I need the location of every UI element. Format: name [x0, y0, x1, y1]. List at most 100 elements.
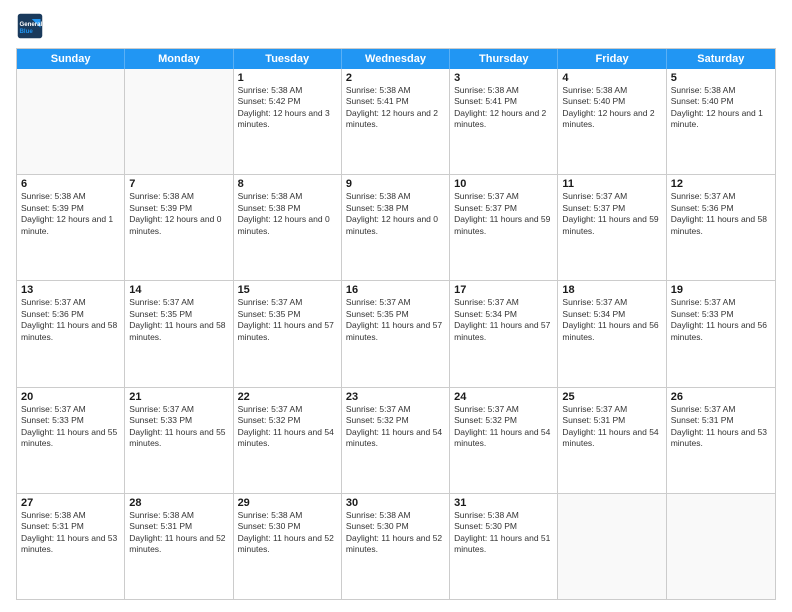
calendar-cell: 10Sunrise: 5:37 AMSunset: 5:37 PMDayligh…	[450, 175, 558, 280]
day-info: Sunrise: 5:38 AMSunset: 5:30 PMDaylight:…	[238, 510, 337, 556]
day-number: 23	[346, 391, 445, 403]
calendar-cell: 18Sunrise: 5:37 AMSunset: 5:34 PMDayligh…	[558, 281, 666, 386]
calendar-cell: 4Sunrise: 5:38 AMSunset: 5:40 PMDaylight…	[558, 69, 666, 174]
calendar-cell: 5Sunrise: 5:38 AMSunset: 5:40 PMDaylight…	[667, 69, 775, 174]
calendar-cell	[558, 494, 666, 599]
day-number: 12	[671, 178, 771, 190]
calendar-cell: 16Sunrise: 5:37 AMSunset: 5:35 PMDayligh…	[342, 281, 450, 386]
day-number: 9	[346, 178, 445, 190]
day-info: Sunrise: 5:38 AMSunset: 5:40 PMDaylight:…	[562, 85, 661, 131]
calendar-cell: 8Sunrise: 5:38 AMSunset: 5:38 PMDaylight…	[234, 175, 342, 280]
calendar-cell: 30Sunrise: 5:38 AMSunset: 5:30 PMDayligh…	[342, 494, 450, 599]
calendar-cell: 22Sunrise: 5:37 AMSunset: 5:32 PMDayligh…	[234, 388, 342, 493]
day-number: 2	[346, 72, 445, 84]
day-number: 1	[238, 72, 337, 84]
day-number: 18	[562, 284, 661, 296]
day-number: 19	[671, 284, 771, 296]
calendar-cell: 3Sunrise: 5:38 AMSunset: 5:41 PMDaylight…	[450, 69, 558, 174]
day-number: 24	[454, 391, 553, 403]
calendar-cell: 1Sunrise: 5:38 AMSunset: 5:42 PMDaylight…	[234, 69, 342, 174]
calendar-cell: 2Sunrise: 5:38 AMSunset: 5:41 PMDaylight…	[342, 69, 450, 174]
calendar-cell: 29Sunrise: 5:38 AMSunset: 5:30 PMDayligh…	[234, 494, 342, 599]
calendar-cell: 13Sunrise: 5:37 AMSunset: 5:36 PMDayligh…	[17, 281, 125, 386]
day-info: Sunrise: 5:38 AMSunset: 5:30 PMDaylight:…	[454, 510, 553, 556]
day-info: Sunrise: 5:37 AMSunset: 5:37 PMDaylight:…	[562, 191, 661, 237]
day-info: Sunrise: 5:37 AMSunset: 5:35 PMDaylight:…	[238, 297, 337, 343]
calendar-cell: 28Sunrise: 5:38 AMSunset: 5:31 PMDayligh…	[125, 494, 233, 599]
calendar: Sunday Monday Tuesday Wednesday Thursday…	[16, 48, 776, 600]
day-number: 20	[21, 391, 120, 403]
day-info: Sunrise: 5:37 AMSunset: 5:35 PMDaylight:…	[346, 297, 445, 343]
day-info: Sunrise: 5:37 AMSunset: 5:31 PMDaylight:…	[671, 404, 771, 450]
calendar-cell: 12Sunrise: 5:37 AMSunset: 5:36 PMDayligh…	[667, 175, 775, 280]
day-number: 29	[238, 497, 337, 509]
calendar-row-0: 1Sunrise: 5:38 AMSunset: 5:42 PMDaylight…	[17, 69, 775, 175]
day-number: 27	[21, 497, 120, 509]
day-number: 14	[129, 284, 228, 296]
logo-icon: General Blue	[16, 12, 44, 40]
header: General Blue	[16, 12, 776, 40]
weekday-friday: Friday	[558, 49, 666, 69]
day-info: Sunrise: 5:38 AMSunset: 5:30 PMDaylight:…	[346, 510, 445, 556]
calendar-cell: 14Sunrise: 5:37 AMSunset: 5:35 PMDayligh…	[125, 281, 233, 386]
day-number: 10	[454, 178, 553, 190]
day-number: 31	[454, 497, 553, 509]
day-number: 5	[671, 72, 771, 84]
calendar-cell: 27Sunrise: 5:38 AMSunset: 5:31 PMDayligh…	[17, 494, 125, 599]
day-number: 26	[671, 391, 771, 403]
day-number: 7	[129, 178, 228, 190]
calendar-cell: 7Sunrise: 5:38 AMSunset: 5:39 PMDaylight…	[125, 175, 233, 280]
calendar-cell: 20Sunrise: 5:37 AMSunset: 5:33 PMDayligh…	[17, 388, 125, 493]
day-info: Sunrise: 5:37 AMSunset: 5:34 PMDaylight:…	[562, 297, 661, 343]
calendar-cell: 31Sunrise: 5:38 AMSunset: 5:30 PMDayligh…	[450, 494, 558, 599]
day-info: Sunrise: 5:38 AMSunset: 5:39 PMDaylight:…	[129, 191, 228, 237]
weekday-tuesday: Tuesday	[234, 49, 342, 69]
calendar-cell: 24Sunrise: 5:37 AMSunset: 5:32 PMDayligh…	[450, 388, 558, 493]
svg-text:Blue: Blue	[20, 28, 34, 35]
calendar-cell: 25Sunrise: 5:37 AMSunset: 5:31 PMDayligh…	[558, 388, 666, 493]
calendar-body: 1Sunrise: 5:38 AMSunset: 5:42 PMDaylight…	[17, 69, 775, 599]
day-number: 16	[346, 284, 445, 296]
page: General Blue Sunday Monday Tuesday Wedne…	[0, 0, 792, 612]
day-info: Sunrise: 5:37 AMSunset: 5:33 PMDaylight:…	[21, 404, 120, 450]
calendar-cell: 9Sunrise: 5:38 AMSunset: 5:38 PMDaylight…	[342, 175, 450, 280]
weekday-saturday: Saturday	[667, 49, 775, 69]
day-info: Sunrise: 5:37 AMSunset: 5:31 PMDaylight:…	[562, 404, 661, 450]
day-number: 6	[21, 178, 120, 190]
day-info: Sunrise: 5:37 AMSunset: 5:32 PMDaylight:…	[454, 404, 553, 450]
calendar-cell: 21Sunrise: 5:37 AMSunset: 5:33 PMDayligh…	[125, 388, 233, 493]
day-number: 25	[562, 391, 661, 403]
day-info: Sunrise: 5:38 AMSunset: 5:39 PMDaylight:…	[21, 191, 120, 237]
calendar-row-2: 13Sunrise: 5:37 AMSunset: 5:36 PMDayligh…	[17, 281, 775, 387]
day-number: 28	[129, 497, 228, 509]
day-info: Sunrise: 5:38 AMSunset: 5:42 PMDaylight:…	[238, 85, 337, 131]
day-number: 3	[454, 72, 553, 84]
day-info: Sunrise: 5:38 AMSunset: 5:31 PMDaylight:…	[129, 510, 228, 556]
calendar-header: Sunday Monday Tuesday Wednesday Thursday…	[17, 49, 775, 69]
logo: General Blue	[16, 12, 44, 40]
day-info: Sunrise: 5:37 AMSunset: 5:33 PMDaylight:…	[671, 297, 771, 343]
day-number: 15	[238, 284, 337, 296]
calendar-cell: 11Sunrise: 5:37 AMSunset: 5:37 PMDayligh…	[558, 175, 666, 280]
calendar-row-4: 27Sunrise: 5:38 AMSunset: 5:31 PMDayligh…	[17, 494, 775, 599]
weekday-monday: Monday	[125, 49, 233, 69]
day-info: Sunrise: 5:37 AMSunset: 5:36 PMDaylight:…	[21, 297, 120, 343]
day-info: Sunrise: 5:37 AMSunset: 5:32 PMDaylight:…	[346, 404, 445, 450]
calendar-row-1: 6Sunrise: 5:38 AMSunset: 5:39 PMDaylight…	[17, 175, 775, 281]
day-info: Sunrise: 5:38 AMSunset: 5:41 PMDaylight:…	[346, 85, 445, 131]
day-info: Sunrise: 5:38 AMSunset: 5:31 PMDaylight:…	[21, 510, 120, 556]
day-number: 8	[238, 178, 337, 190]
weekday-thursday: Thursday	[450, 49, 558, 69]
calendar-cell	[17, 69, 125, 174]
day-number: 11	[562, 178, 661, 190]
day-info: Sunrise: 5:38 AMSunset: 5:38 PMDaylight:…	[346, 191, 445, 237]
day-number: 21	[129, 391, 228, 403]
day-info: Sunrise: 5:37 AMSunset: 5:37 PMDaylight:…	[454, 191, 553, 237]
day-info: Sunrise: 5:38 AMSunset: 5:41 PMDaylight:…	[454, 85, 553, 131]
day-info: Sunrise: 5:38 AMSunset: 5:38 PMDaylight:…	[238, 191, 337, 237]
day-info: Sunrise: 5:37 AMSunset: 5:34 PMDaylight:…	[454, 297, 553, 343]
calendar-cell	[125, 69, 233, 174]
day-number: 30	[346, 497, 445, 509]
calendar-cell: 26Sunrise: 5:37 AMSunset: 5:31 PMDayligh…	[667, 388, 775, 493]
day-info: Sunrise: 5:38 AMSunset: 5:40 PMDaylight:…	[671, 85, 771, 131]
